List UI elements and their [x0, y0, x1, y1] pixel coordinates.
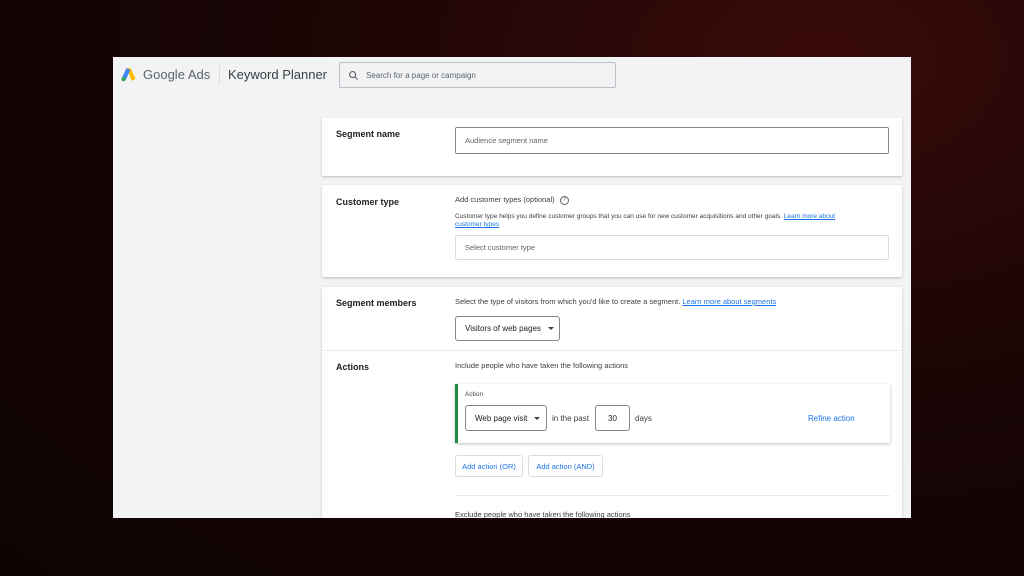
search-icon — [349, 70, 359, 80]
days-value: 30 — [608, 413, 617, 423]
section-divider — [322, 350, 902, 351]
include-actions-text: Include people who have taken the follow… — [455, 361, 629, 370]
add-customer-types-label: Add customer types (optional)? — [455, 195, 569, 205]
app-window: Google Ads Keyword Planner Search for a … — [113, 57, 911, 518]
customer-type-select[interactable]: Select customer type — [455, 235, 889, 260]
segment-members-description: Select the type of visitors from which y… — [455, 297, 776, 306]
learn-more-segments-link[interactable]: Learn more about segments — [682, 297, 776, 306]
segment-name-placeholder: Audience segment name — [465, 136, 548, 145]
days-input[interactable]: 30 — [595, 405, 630, 431]
google-ads-logo — [121, 68, 136, 82]
exclude-divider — [455, 495, 890, 496]
brand-ads: Ads — [187, 67, 211, 82]
segment-members-card: Segment members Select the type of visit… — [322, 287, 902, 518]
visitors-dropdown-value: Visitors of web pages — [465, 324, 541, 333]
search-placeholder: Search for a page or campaign — [366, 70, 476, 80]
refine-action-link[interactable]: Refine action — [808, 414, 855, 423]
days-label: days — [635, 414, 652, 423]
in-the-past-label: in the past — [552, 414, 589, 423]
exclude-actions-text: Exclude people who have taken the follow… — [455, 510, 631, 518]
customer-type-description: Customer type helps you define customer … — [455, 213, 885, 229]
help-icon[interactable]: ? — [559, 195, 569, 205]
add-action-or-button[interactable]: Add action (OR) — [455, 455, 523, 477]
search-input[interactable]: Search for a page or campaign — [339, 62, 616, 88]
chevron-down-icon — [534, 416, 541, 420]
add-customer-types-text: Add customer types (optional) — [455, 195, 555, 204]
segment-members-description-text: Select the type of visitors from which y… — [455, 297, 681, 306]
brand-name: Google Ads — [143, 67, 210, 82]
action-row: Action Web page visit in the past 30 day… — [455, 384, 890, 443]
visitors-dropdown[interactable]: Visitors of web pages — [455, 316, 560, 341]
product-title: Keyword Planner — [228, 67, 327, 82]
chevron-down-icon — [547, 327, 554, 330]
customer-type-label: Customer type — [336, 197, 400, 207]
learn-more-customer-types-link-1[interactable]: Learn more about — [784, 213, 835, 220]
customer-type-placeholder: Select customer type — [465, 243, 536, 252]
action-type-dropdown[interactable]: Web page visit — [465, 405, 547, 431]
brand-google: Google — [143, 67, 185, 82]
segment-name-card: Segment name Audience segment name — [322, 118, 902, 176]
add-action-and-button[interactable]: Add action (AND) — [528, 455, 603, 477]
actions-label: Actions — [336, 362, 370, 372]
action-heading: Action — [465, 391, 484, 398]
top-bar: Google Ads Keyword Planner Search for a … — [113, 57, 911, 93]
customer-type-description-text: Customer type helps you define customer … — [455, 213, 782, 220]
segment-name-label: Segment name — [336, 129, 401, 139]
customer-type-card: Customer type Add customer types (option… — [322, 185, 902, 277]
header-divider — [219, 65, 220, 85]
segment-members-label: Segment members — [336, 298, 417, 308]
learn-more-customer-types-link-2[interactable]: customer types — [455, 221, 499, 228]
action-type-value: Web page visit — [475, 413, 528, 423]
segment-name-input[interactable]: Audience segment name — [455, 127, 889, 154]
